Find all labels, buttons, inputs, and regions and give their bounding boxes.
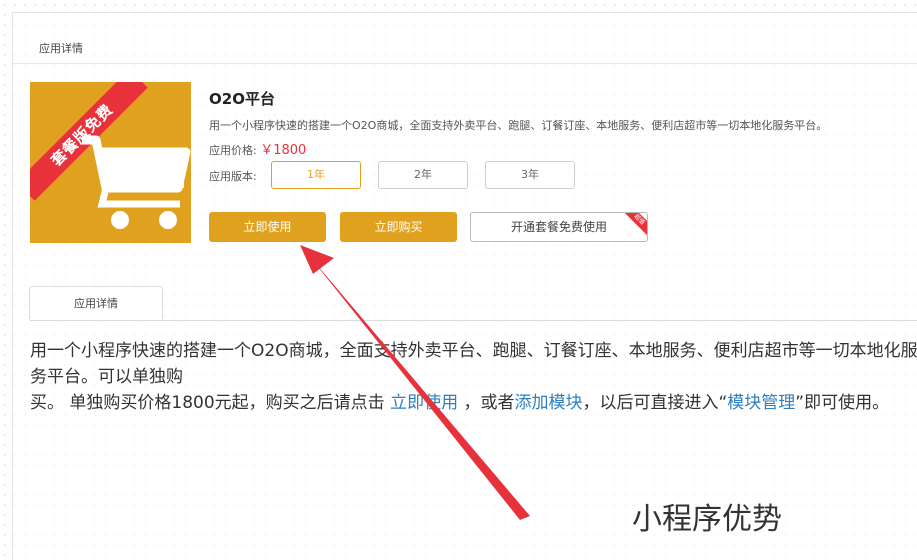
price-label: 应用价格: (209, 144, 257, 157)
module-management-link[interactable]: 模块管理 (727, 393, 795, 413)
version-option-2-year[interactable]: 2年 (378, 161, 468, 189)
price-row: 应用价格: ￥1800 (209, 139, 306, 158)
add-module-link[interactable]: 添加模块 (514, 393, 582, 413)
bundle-button-label: 开通套餐免费使用 (510, 220, 607, 234)
version-option-1-year[interactable]: 1年 (271, 161, 361, 189)
shopping-cart-icon (82, 135, 191, 229)
buy-now-button[interactable]: 立即购买 (340, 212, 457, 242)
detail-text-1: 用一个小程序快速的搭建一个O2O商城，全面支持外卖平台、跑腿、订餐订座、本地服务… (30, 341, 917, 387)
panel-header: 应用详情 (13, 13, 917, 64)
version-option-3-year[interactable]: 3年 (485, 161, 575, 189)
app-description: 用一个小程序快速的搭建一个O2O商城，全面支持外卖平台、跑腿、订餐订座、本地服务… (209, 119, 828, 132)
price-value: ￥1800 (260, 143, 307, 158)
use-now-button[interactable]: 立即使用 (209, 212, 326, 242)
tab-bar (30, 320, 917, 321)
version-label: 应用版本: (209, 170, 257, 183)
bundle-free-button[interactable]: 开通套餐免费使用 超值 (470, 212, 648, 242)
detail-text-5: ”即可使用。 (795, 393, 890, 413)
tab-app-detail[interactable]: 应用详情 (29, 286, 163, 320)
value-badge: 超值 (619, 213, 647, 240)
detail-content: 用一个小程序快速的搭建一个O2O商城，全面支持外卖平台、跑腿、订餐订座、本地服务… (30, 338, 917, 416)
detail-text-3: ，或者 (458, 393, 515, 413)
detail-text-4: ，以后可直接进入“ (582, 393, 728, 413)
panel-title: 应用详情 (39, 42, 83, 55)
use-now-link[interactable]: 立即使用 (390, 393, 458, 413)
app-title: O2O平台 (209, 90, 275, 108)
detail-text-2: 买。 单独购买价格1800元起，购买之后请点击 (30, 393, 391, 413)
annotation-caption: 小程序优势 (632, 502, 782, 537)
product-image: 套餐版免费 (30, 82, 191, 243)
